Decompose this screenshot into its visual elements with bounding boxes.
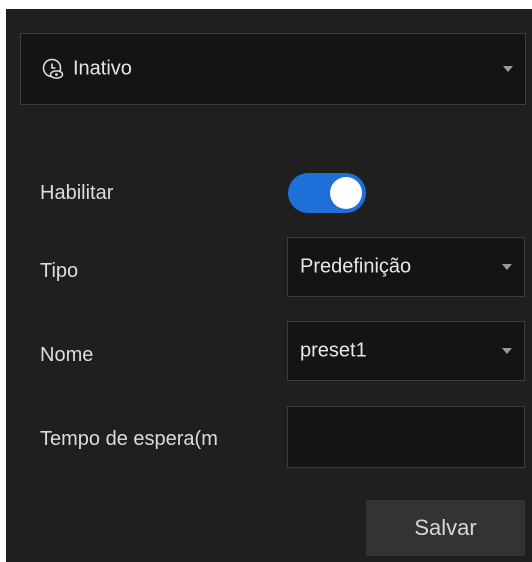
chevron-down-icon xyxy=(502,348,512,354)
wait-time-input[interactable] xyxy=(287,406,525,468)
save-button[interactable]: Salvar xyxy=(366,500,525,556)
chevron-down-icon xyxy=(502,264,512,270)
toggle-knob xyxy=(330,177,362,209)
enable-toggle[interactable] xyxy=(288,173,366,213)
type-label: Tipo xyxy=(40,260,79,282)
status-dropdown[interactable]: Inativo xyxy=(20,33,526,105)
enable-label: Habilitar xyxy=(40,182,114,204)
type-dropdown[interactable]: Predefinição xyxy=(287,237,525,297)
type-dropdown-value: Predefinição xyxy=(300,255,412,278)
name-label: Nome xyxy=(40,344,94,366)
settings-panel: Inativo Habilitar Tipo Predefinição Nome… xyxy=(6,9,532,562)
name-dropdown-value: preset1 xyxy=(300,339,367,362)
clock-eye-icon xyxy=(42,58,64,79)
status-dropdown-value: Inativo xyxy=(73,57,132,80)
wait-time-label: Tempo de espera(m xyxy=(40,428,218,450)
chevron-down-icon xyxy=(503,66,513,72)
name-dropdown[interactable]: preset1 xyxy=(287,321,525,381)
